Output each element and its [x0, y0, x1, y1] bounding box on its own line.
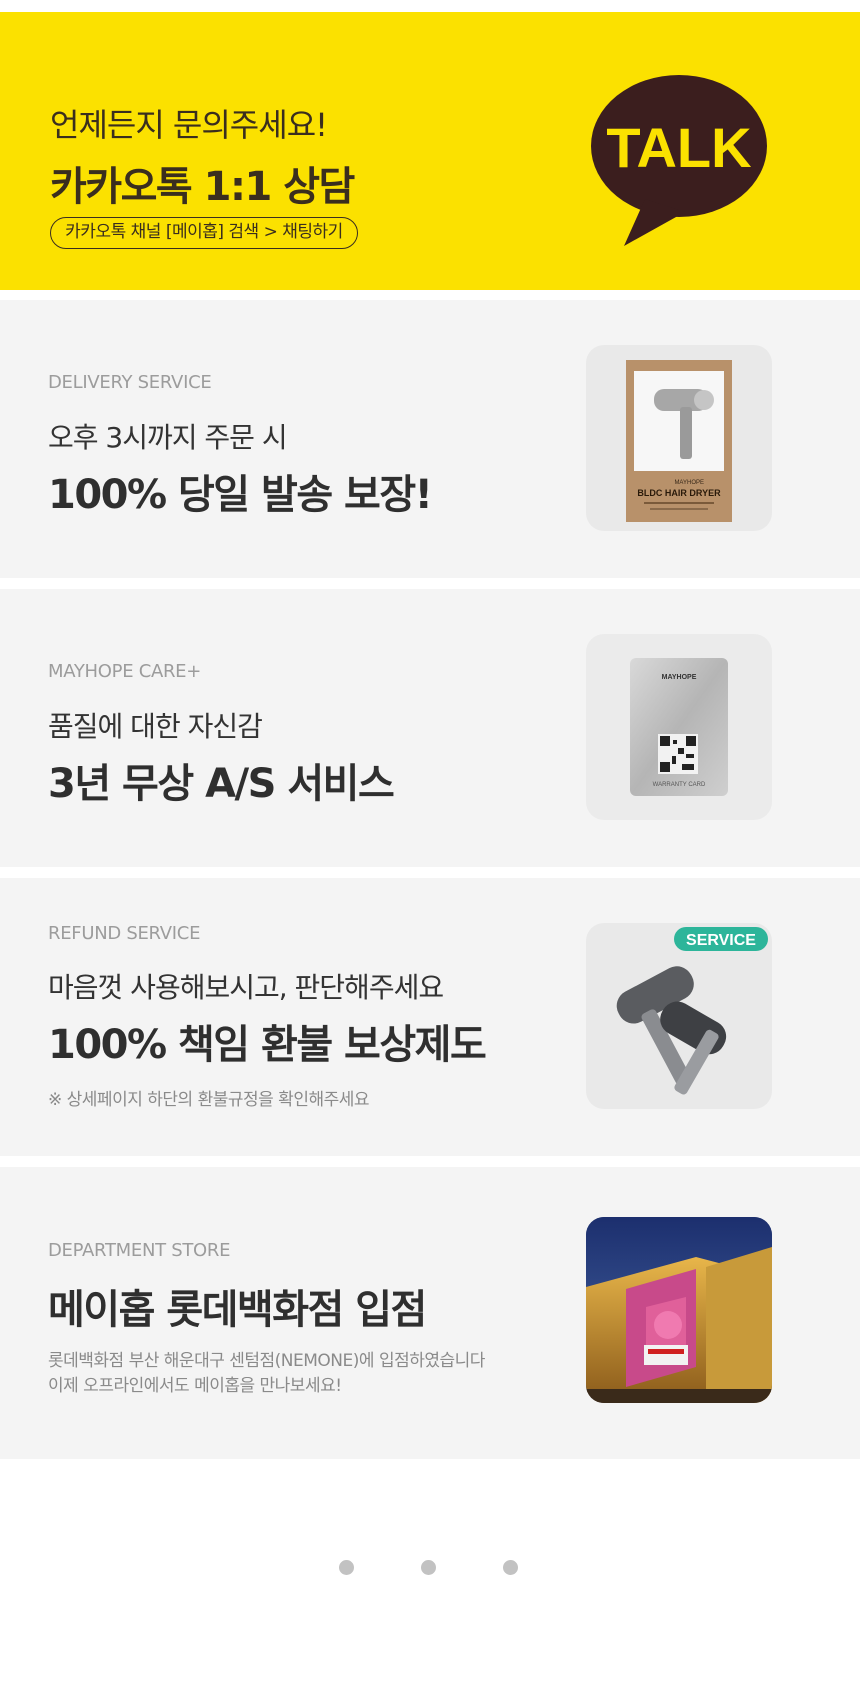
refund-headline: 100% 책임 환불 보상제도	[48, 1022, 487, 1068]
box-product-name: BLDC HAIR DRYER	[637, 488, 721, 498]
pagination-dots	[0, 1560, 860, 1580]
store-headline: 메이홉 롯데백화점 입점	[48, 1287, 427, 1333]
warranty-card-image: MAYHOPE WARRANTY CARD	[586, 634, 772, 820]
refund-sub: 마음껏 사용해보시고, 판단해주세요	[48, 971, 444, 1004]
care-sub: 품질에 대한 자신감	[48, 710, 263, 743]
delivery-sub: 오후 3시까지 주문 시	[48, 421, 288, 454]
refund-eyebrow: REFUND SERVICE	[48, 923, 201, 944]
kakao-talk-bubble-icon[interactable]: TALK	[590, 74, 768, 250]
store-eyebrow: DEPARTMENT STORE	[48, 1240, 231, 1261]
kakao-line2: 카카오톡 1:1 상담	[50, 164, 355, 210]
box-brand: MAYHOPE	[674, 480, 704, 486]
lotte-store-photo	[586, 1217, 772, 1403]
store-building-icon	[586, 1217, 772, 1403]
kakao-channel-search-pill[interactable]: 카카오톡 채널 [메이홉] 검색 > 채팅하기	[50, 217, 358, 249]
hair-dryer-box-image: MAYHOPE BLDC HAIR DRYER	[586, 345, 772, 531]
delivery-eyebrow: DELIVERY SERVICE	[48, 372, 212, 393]
delivery-headline: 100% 당일 발송 보장!	[48, 472, 433, 518]
care-service-section: MAYHOPE CARE+ 품질에 대한 자신감 3년 무상 A/S 서비스 M…	[0, 589, 860, 867]
warranty-card-icon: MAYHOPE WARRANTY CARD	[630, 658, 728, 796]
pagination-dot-1[interactable]	[339, 1560, 354, 1575]
pagination-dot-2[interactable]	[421, 1560, 436, 1575]
card-label: WARRANTY CARD	[653, 782, 706, 788]
hair-dryers-image: SERVICE	[586, 923, 772, 1109]
refund-note: ※ 상세페이지 하단의 환불규정을 확인해주세요	[48, 1090, 370, 1110]
store-note-line1: 롯데백화점 부산 해운대구 센텀점(NEMONE)에 입점하였습니다	[48, 1351, 485, 1371]
delivery-service-section: DELIVERY SERVICE 오후 3시까지 주문 시 100% 당일 발송…	[0, 300, 860, 578]
department-store-section: DEPARTMENT STORE 메이홉 롯데백화점 입점 롯데백화점 부산 해…	[0, 1167, 860, 1459]
kakao-line1: 언제든지 문의주세요!	[50, 106, 328, 144]
refund-service-section: REFUND SERVICE 마음껏 사용해보시고, 판단해주세요 100% 책…	[0, 878, 860, 1156]
service-badge: SERVICE	[686, 932, 756, 949]
pagination-dot-3[interactable]	[503, 1560, 518, 1575]
talk-bubble-text: TALK	[606, 116, 751, 179]
care-headline: 3년 무상 A/S 서비스	[48, 761, 395, 807]
product-box-icon: MAYHOPE BLDC HAIR DRYER	[626, 360, 732, 522]
care-eyebrow: MAYHOPE CARE+	[48, 661, 202, 682]
kakao-consult-banner[interactable]: 언제든지 문의주세요! 카카오톡 1:1 상담 카카오톡 채널 [메이홉] 검색…	[0, 12, 860, 290]
card-brand: MAYHOPE	[662, 674, 697, 681]
hair-dryer-icon: SERVICE	[616, 927, 768, 1095]
store-note-line2: 이제 오프라인에서도 메이홉을 만나보세요!	[48, 1376, 342, 1396]
